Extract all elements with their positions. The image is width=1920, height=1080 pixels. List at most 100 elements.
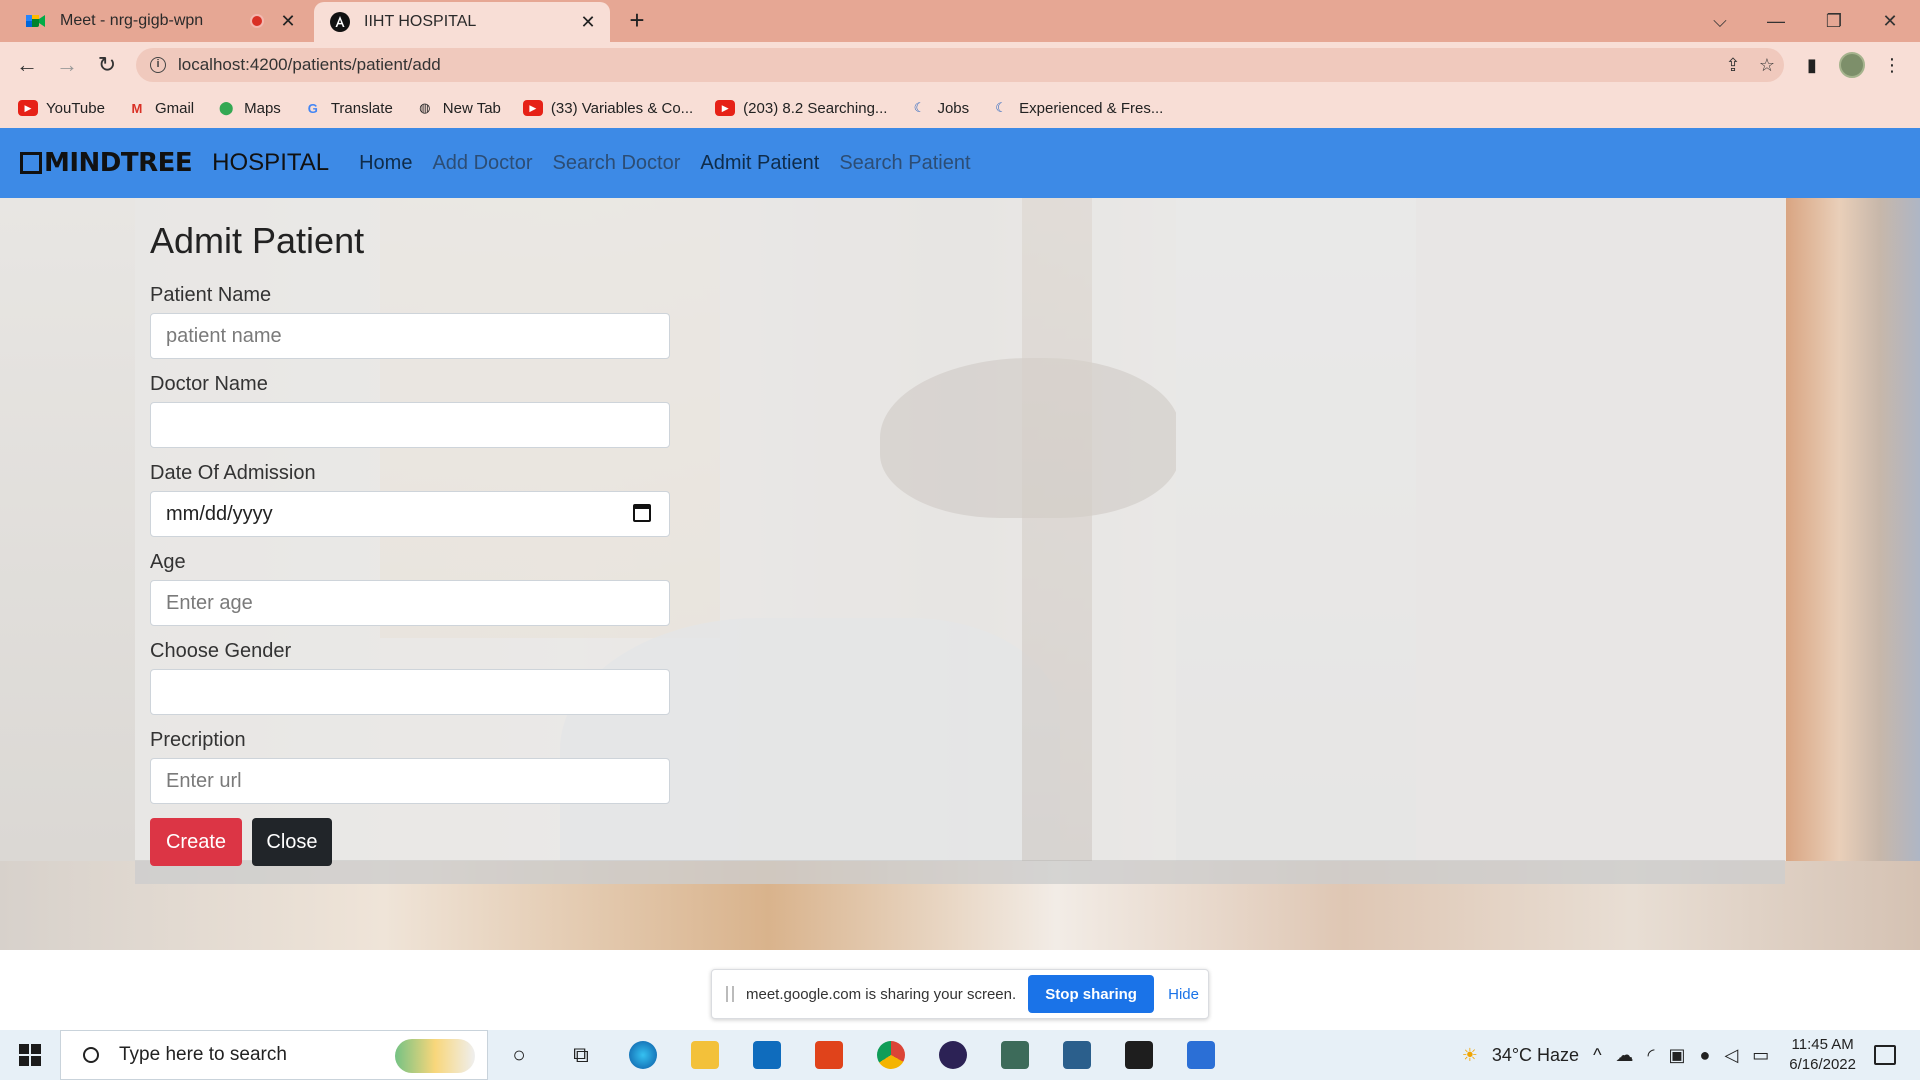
forward-icon[interactable]: → xyxy=(52,50,82,80)
bookmark-experienced[interactable]: ☾ Experienced & Fres... xyxy=(991,100,1163,117)
search-icon xyxy=(83,1047,99,1063)
nav-search-doctor[interactable]: Search Doctor xyxy=(553,152,681,175)
nav-admit-patient[interactable]: Admit Patient xyxy=(700,152,819,175)
search-highlight-icon xyxy=(395,1039,475,1073)
angular-icon xyxy=(330,12,350,32)
gender-select[interactable] xyxy=(150,669,670,715)
bookmark-label: YouTube xyxy=(46,99,105,117)
url-text: localhost:4200/patients/patient/add xyxy=(178,55,441,74)
mysql-workbench-icon[interactable] xyxy=(1046,1030,1108,1080)
close-button[interactable]: Close xyxy=(252,818,332,866)
bookmark-label: Maps xyxy=(244,99,281,117)
side-panel-icon[interactable]: ▮ xyxy=(1796,50,1828,80)
taskbar-search[interactable]: Type here to search xyxy=(60,1030,488,1080)
prescription-url-input[interactable]: Enter url xyxy=(150,758,670,804)
menu-kebab-icon[interactable]: ⋮ xyxy=(1876,50,1908,80)
calendar-icon[interactable] xyxy=(633,504,651,522)
create-button[interactable]: Create xyxy=(150,818,242,866)
site-info-icon[interactable]: i xyxy=(150,57,166,73)
meet-icon xyxy=(26,11,46,31)
share-icon[interactable]: ⇪ xyxy=(1716,48,1750,82)
new-tab-icon[interactable]: + xyxy=(624,7,650,34)
chrome-icon[interactable] xyxy=(860,1030,922,1080)
weather-text[interactable]: 34°C Haze xyxy=(1492,1045,1579,1066)
minimize-icon[interactable]: — xyxy=(1748,0,1804,42)
battery-icon[interactable]: ▭ xyxy=(1752,1045,1769,1066)
bookmark-youtube[interactable]: ▶ YouTube xyxy=(18,100,105,117)
globe-icon: ◍ xyxy=(419,100,431,115)
mindtree-logo: MINDTREE xyxy=(20,148,193,178)
profile-avatar[interactable] xyxy=(1836,50,1868,80)
brand-text: HOSPITAL xyxy=(212,149,330,176)
nav-add-doctor[interactable]: Add Doctor xyxy=(432,152,532,175)
brand[interactable]: MINDTREE HOSPITAL xyxy=(20,148,329,178)
bookmark-searching[interactable]: ▶ (203) 8.2 Searching... xyxy=(715,100,887,117)
bookmark-translate[interactable]: G Translate xyxy=(303,100,393,117)
gmail-icon: M xyxy=(131,100,143,116)
terminal-icon[interactable] xyxy=(1108,1030,1170,1080)
back-icon[interactable]: ← xyxy=(12,50,42,80)
address-bar[interactable]: i localhost:4200/patients/patient/add ⇪ … xyxy=(136,48,1784,82)
bookmark-new-tab[interactable]: ◍ New Tab xyxy=(415,100,501,117)
bookmark-variables[interactable]: ▶ (33) Variables & Co... xyxy=(522,100,693,117)
restore-icon[interactable]: ❐ xyxy=(1806,0,1862,42)
cortana-icon[interactable]: ○ xyxy=(488,1030,550,1080)
bookmark-jobs[interactable]: ☾ Jobs xyxy=(909,100,970,117)
notification-center-icon[interactable] xyxy=(1874,1045,1896,1065)
bookmark-label: Gmail xyxy=(154,99,195,117)
page-title: Admit Patient xyxy=(150,220,365,261)
age-input[interactable]: Enter age xyxy=(150,580,670,626)
bookmark-star-icon[interactable]: ☆ xyxy=(1750,48,1784,82)
admission-date-input[interactable]: mm/dd/yyyy xyxy=(150,491,670,537)
tab-meet[interactable]: Meet - nrg-gigb-wpn ✕ xyxy=(10,0,310,42)
clock[interactable]: 11:45 AM 6/16/2022 xyxy=(1789,1035,1856,1075)
search-placeholder: Type here to search xyxy=(119,1044,287,1065)
eclipse-icon[interactable] xyxy=(922,1030,984,1080)
stop-sharing-button[interactable]: Stop sharing xyxy=(1028,975,1155,1013)
edge-icon[interactable] xyxy=(612,1030,674,1080)
bookmark-maps[interactable]: ⬤ Maps xyxy=(216,100,281,117)
date-format-text: mm/dd/yyyy xyxy=(166,502,273,525)
close-tab-icon[interactable]: ✕ xyxy=(578,12,598,33)
tab-bar: Meet - nrg-gigb-wpn ✕ IIHT HOSPITAL ✕ + … xyxy=(0,0,1920,42)
bookmark-gmail[interactable]: M Gmail xyxy=(127,99,195,117)
jobs-site-icon: ☾ xyxy=(913,100,926,115)
office-icon[interactable] xyxy=(798,1030,860,1080)
start-button[interactable] xyxy=(0,1030,60,1080)
reload-icon[interactable]: ↻ xyxy=(92,50,122,80)
nav-home[interactable]: Home xyxy=(359,152,412,175)
hide-button[interactable]: Hide xyxy=(1168,986,1199,1003)
doctor-name-input[interactable] xyxy=(150,402,670,448)
windows-icon xyxy=(19,1044,41,1066)
close-window-icon[interactable]: ✕ xyxy=(1862,0,1918,42)
show-hidden-icons-icon[interactable]: ^ xyxy=(1593,1045,1601,1066)
tab-search-chevron-icon[interactable]: ⌵ xyxy=(1692,0,1748,42)
admit-patient-form: Admit Patient Patient Name patient name … xyxy=(150,220,670,866)
nav-search-patient[interactable]: Search Patient xyxy=(839,152,970,175)
gender-label: Choose Gender xyxy=(150,640,292,662)
app-navbar: MINDTREE HOSPITAL Home Add Doctor Search… xyxy=(0,128,1920,198)
form-actions: Create Close xyxy=(150,818,670,866)
onedrive-icon[interactable]: ☁ xyxy=(1616,1045,1634,1066)
weather-icon: ☀ xyxy=(1461,1044,1478,1065)
drag-handle[interactable] xyxy=(726,986,734,1002)
close-tab-icon[interactable]: ✕ xyxy=(278,11,298,32)
tab-iiht-hospital[interactable]: IIHT HOSPITAL ✕ xyxy=(314,2,610,42)
whatsapp-icon[interactable] xyxy=(984,1030,1046,1080)
patient-name-label: Patient Name xyxy=(150,284,272,306)
speaker-icon[interactable]: ◁ xyxy=(1724,1045,1738,1066)
patient-name-input[interactable]: patient name xyxy=(150,313,670,359)
wifi-icon[interactable]: ◜ xyxy=(1648,1045,1655,1066)
brand-logo-text: MINDTREE xyxy=(44,148,193,178)
browser-toolbar: ← → ↻ i localhost:4200/patients/patient/… xyxy=(0,42,1920,88)
placeholder: patient name xyxy=(166,324,282,347)
bookmarks-bar: ▶ YouTube M Gmail ⬤ Maps G Translate ◍ New Ta… xyxy=(0,88,1920,128)
powershell-icon[interactable] xyxy=(1170,1030,1232,1080)
bookmark-label: Experienced & Fres... xyxy=(1019,99,1164,117)
mail-icon[interactable] xyxy=(736,1030,798,1080)
maps-icon: ⬤ xyxy=(218,100,234,115)
meet-indicator-icon[interactable]: ▣ xyxy=(1669,1045,1686,1066)
microphone-icon[interactable]: ● xyxy=(1700,1045,1711,1066)
task-view-icon[interactable]: ⧉ xyxy=(550,1030,612,1080)
file-explorer-icon[interactable] xyxy=(674,1030,736,1080)
